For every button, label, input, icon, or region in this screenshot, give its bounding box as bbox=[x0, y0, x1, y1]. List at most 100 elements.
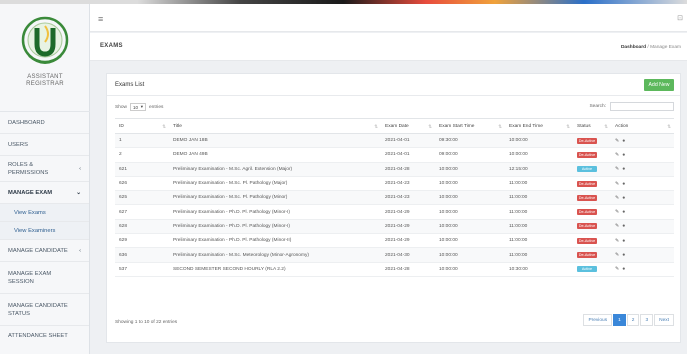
sidebar: ASSISTANT REGISTRAR DASHBOARD USERS ROLE… bbox=[0, 4, 90, 354]
cell-id: 1 bbox=[115, 133, 169, 149]
search-input[interactable] bbox=[610, 102, 674, 111]
cell-id: 625 bbox=[115, 190, 169, 206]
status-badge: De-Active bbox=[577, 151, 597, 158]
delete-icon[interactable]: ● bbox=[622, 252, 628, 258]
delete-icon[interactable]: ● bbox=[622, 138, 628, 144]
pagination-3[interactable]: 3 bbox=[640, 314, 654, 326]
logo-line-2: REGISTRAR bbox=[26, 81, 64, 87]
entries-label: entries bbox=[149, 104, 164, 110]
sidebar-item-manage-candidate-status[interactable]: MANAGE CANDIDATE STATUS bbox=[0, 294, 89, 326]
sidebar-subitem-view-examiners[interactable]: View Examiners bbox=[0, 222, 89, 240]
cell-exam-date: 2021-04-28 bbox=[381, 162, 435, 177]
sidebar-item-manage-candidate[interactable]: MANAGE CANDIDATE ‹ bbox=[0, 240, 89, 262]
table-row: 1 DEMO JAN 18B 2021-04-01 09:30:00 10:00:00 D… bbox=[115, 133, 674, 149]
delete-icon[interactable]: ● bbox=[622, 209, 628, 215]
cell-exam-date: 2021-04-30 bbox=[381, 247, 435, 263]
cell-end-time: 10:00:00 bbox=[505, 133, 573, 149]
table-row: 621 Preliminary Examination - M.Sc. Agril… bbox=[115, 162, 674, 177]
pagination-1[interactable]: 1 bbox=[613, 314, 626, 326]
page-title: EXAMS bbox=[100, 43, 123, 49]
search-control: Search: bbox=[589, 102, 674, 111]
entries-select[interactable]: 10 ▾ bbox=[130, 103, 146, 111]
table-row: 628 Preliminary Examination - Ph.D. Pl. P… bbox=[115, 219, 674, 235]
chevron-left-icon: ‹ bbox=[79, 247, 81, 254]
sidebar-item-attendance-sheet[interactable]: ATTENDANCE SHEET bbox=[0, 326, 89, 346]
cell-id: 629 bbox=[115, 233, 169, 249]
hamburger-menu-icon[interactable]: ≡ bbox=[98, 14, 103, 24]
cell-start-time: 09:30:00 bbox=[435, 133, 505, 149]
table-row: 636 Preliminary Examination - M.Sc. Meteo… bbox=[115, 247, 674, 263]
sidebar-item-label: ATTENDANCE SHEET bbox=[8, 332, 68, 339]
cell-action: ✎● bbox=[611, 204, 674, 220]
sidebar-item-dashboard[interactable]: DASHBOARD bbox=[0, 112, 89, 134]
delete-icon[interactable]: ● bbox=[622, 238, 628, 244]
cell-exam-date: 2021-04-23 bbox=[381, 190, 435, 206]
cell-status: De-Active bbox=[573, 247, 611, 263]
delete-icon[interactable]: ● bbox=[622, 152, 628, 158]
cell-action: ✎● bbox=[611, 147, 674, 163]
sidebar-item-manage-exam[interactable]: MANAGE EXAM ⌄ bbox=[0, 182, 89, 204]
cell-title: Preliminary Examination - M.Sc. Pl. Path… bbox=[169, 190, 381, 206]
cell-start-time: 10:00:00 bbox=[435, 233, 505, 249]
cell-start-time: 10:00:00 bbox=[435, 204, 505, 220]
table-controls: Show 10 ▾ entries Search: bbox=[107, 96, 680, 116]
column-header-exam-date[interactable]: Exam Date ⇅ bbox=[381, 118, 435, 134]
delete-icon[interactable]: ● bbox=[622, 195, 628, 201]
cell-title: Preliminary Examination - M.Sc. Pl. Path… bbox=[169, 176, 381, 192]
cell-exam-date: 2021-04-01 bbox=[381, 133, 435, 149]
exams-list-card: Exams List Add New Show 10 ▾ entries Sea… bbox=[106, 73, 681, 343]
sidebar-item-label: MANAGE CANDIDATE bbox=[8, 247, 68, 254]
fullscreen-icon[interactable]: ⊡ bbox=[677, 14, 683, 22]
sidebar-item-label: ROLES & PERMISSIONS bbox=[8, 161, 49, 176]
cell-end-time: 10:30:00 bbox=[505, 262, 573, 277]
sidebar-item-users[interactable]: USERS bbox=[0, 134, 89, 156]
pagination-previous[interactable]: Previous bbox=[583, 314, 613, 326]
cell-status: De-Active bbox=[573, 147, 611, 163]
table-row: 626 Preliminary Examination - M.Sc. Pl. P… bbox=[115, 176, 674, 192]
sidebar-item-manage-exam-session[interactable]: MANAGE EXAM SESSION bbox=[0, 262, 89, 294]
university-logo-icon bbox=[21, 16, 69, 64]
show-label: Show bbox=[115, 104, 127, 110]
cell-start-time: 10:00:00 bbox=[435, 219, 505, 235]
delete-icon[interactable]: ● bbox=[622, 266, 628, 272]
cell-exam-date: 2021-04-23 bbox=[381, 176, 435, 192]
cell-id: 626 bbox=[115, 176, 169, 192]
sidebar-item-roles-permissions[interactable]: ROLES & PERMISSIONS ‹ bbox=[0, 156, 89, 182]
add-new-button[interactable]: Add New bbox=[644, 79, 674, 91]
cell-end-time: 11:00:00 bbox=[505, 176, 573, 192]
cell-title: DEMO JAN 49B bbox=[169, 147, 381, 163]
column-header-action[interactable]: Action ⇅ bbox=[611, 118, 674, 134]
cell-end-time: 10:00:00 bbox=[505, 147, 573, 163]
cell-title: Preliminary Examination - Ph.D. Pl. Path… bbox=[169, 219, 381, 235]
exams-table: ID ⇅ Title ⇅ Exam Date ⇅ Exam Start Time ⇅ E… bbox=[115, 118, 674, 277]
cell-exam-date: 2021-04-29 bbox=[381, 219, 435, 235]
chevron-left-icon: ‹ bbox=[79, 165, 81, 172]
column-header-end-time[interactable]: Exam End Time ⇅ bbox=[505, 118, 573, 134]
cell-end-time: 11:00:00 bbox=[505, 247, 573, 263]
sidebar-subitem-view-exams[interactable]: View Exams bbox=[0, 204, 89, 222]
cell-exam-date: 2021-04-01 bbox=[381, 147, 435, 163]
cell-id: 537 bbox=[115, 262, 169, 277]
cell-title: Preliminary Examination - Ph.D. Pl. Path… bbox=[169, 233, 381, 249]
pagination-next[interactable]: Next bbox=[654, 314, 674, 326]
column-header-status[interactable]: Status ⇅ bbox=[573, 118, 611, 134]
column-header-id[interactable]: ID ⇅ bbox=[115, 118, 169, 134]
sidebar-item-label: DASHBOARD bbox=[8, 119, 45, 126]
breadcrumb: Dashboard / Manage Exam bbox=[621, 45, 681, 50]
breadcrumb-current: Manage Exam bbox=[650, 45, 681, 50]
column-header-start-time[interactable]: Exam Start Time ⇅ bbox=[435, 118, 505, 134]
breadcrumb-home[interactable]: Dashboard bbox=[621, 45, 646, 50]
chevron-down-icon: ⌄ bbox=[76, 189, 81, 196]
status-badge: De-Active bbox=[577, 252, 597, 259]
column-header-title[interactable]: Title ⇅ bbox=[169, 118, 381, 134]
cell-title: Preliminary Examination - M.Sc. Agril. E… bbox=[169, 162, 381, 177]
cell-status: De-Active bbox=[573, 219, 611, 235]
pagination-2[interactable]: 2 bbox=[626, 314, 640, 326]
delete-icon[interactable]: ● bbox=[622, 223, 628, 229]
delete-icon[interactable]: ● bbox=[622, 181, 628, 187]
card-header: Exams List Add New bbox=[107, 74, 680, 96]
cell-exam-date: 2021-04-29 bbox=[381, 233, 435, 249]
entries-length-control: Show 10 ▾ entries bbox=[115, 103, 163, 111]
cell-action: ✎● bbox=[611, 233, 674, 249]
delete-icon[interactable]: ● bbox=[622, 166, 628, 172]
